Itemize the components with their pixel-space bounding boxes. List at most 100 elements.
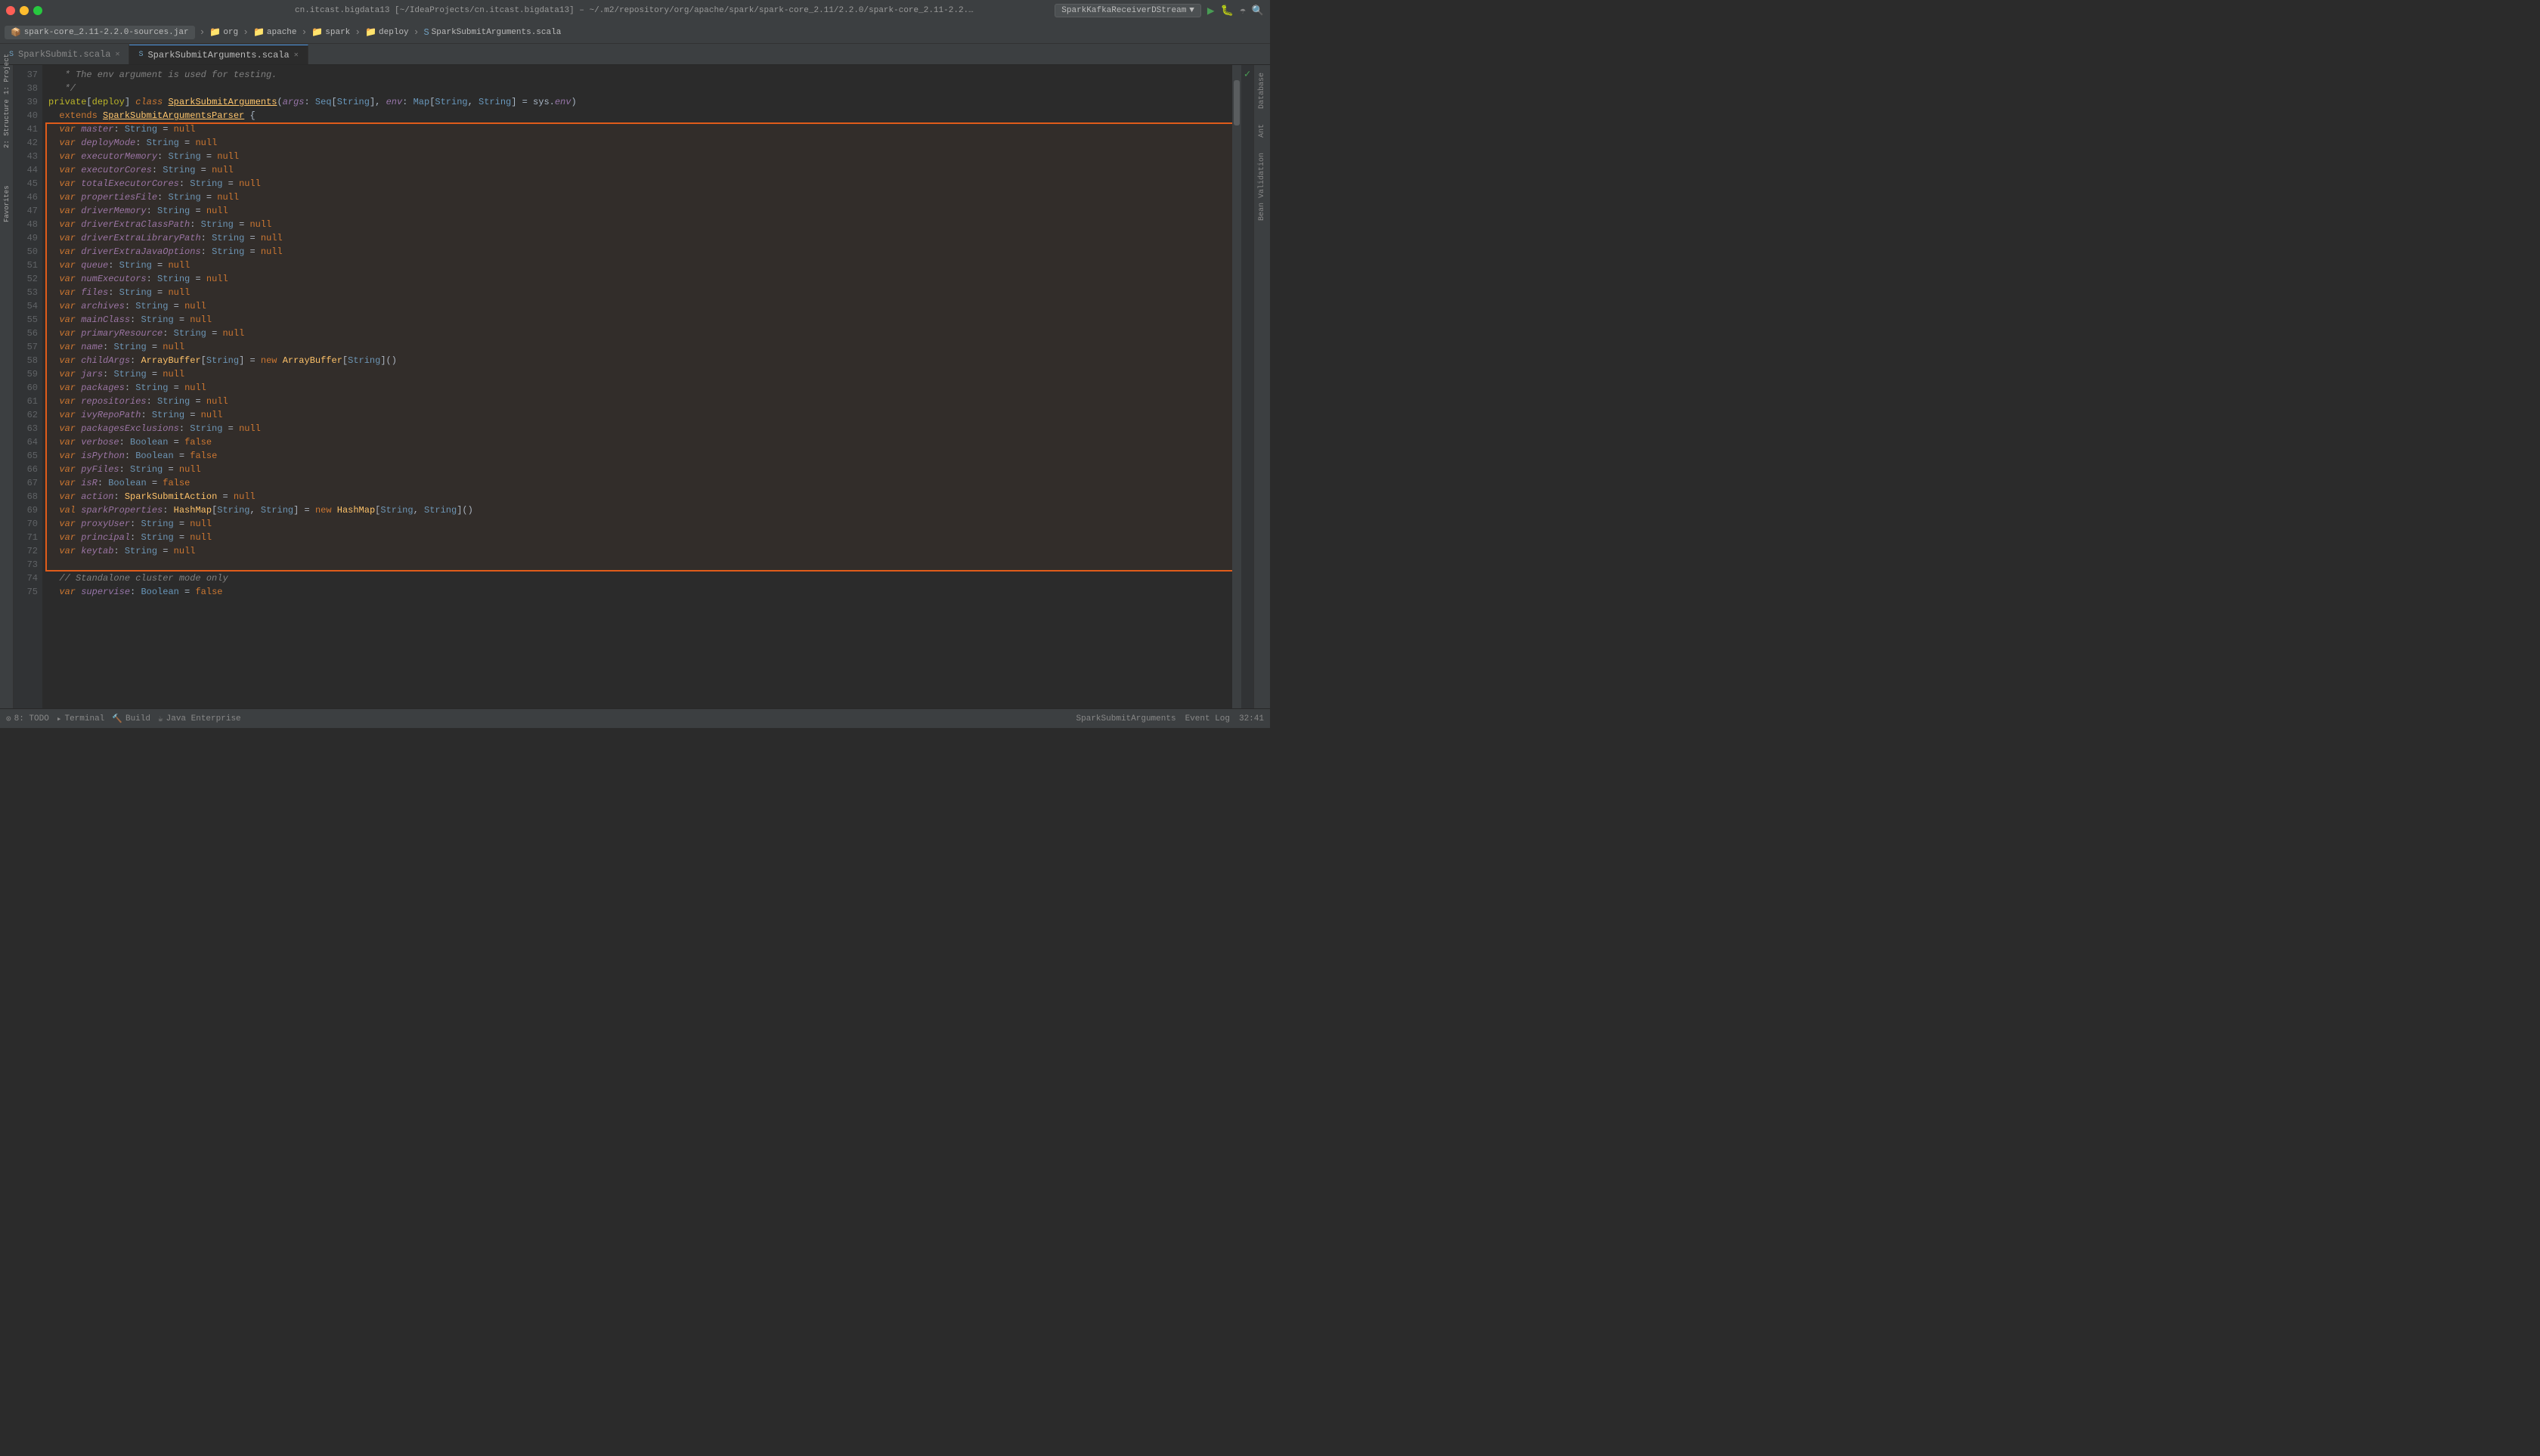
code-line-41: var master: String = null: [48, 122, 1226, 136]
jar-name: spark-core_2.11-2.2.0-sources.jar: [24, 28, 189, 37]
sidebar-item-favorites[interactable]: Favorites: [1, 198, 13, 210]
right-controls: SparkKafkaReceiverDStream ▼ ▶ 🐛 ☂ 🔍: [1055, 3, 1264, 18]
code-line-74: // Standalone cluster mode only: [48, 572, 1226, 585]
breadcrumb-apache-label: apache: [267, 28, 297, 37]
code-content[interactable]: * The env argument is used for testing. …: [42, 65, 1232, 708]
tabs-bar: S SparkSubmit.scala ✕ S SparkSubmitArgum…: [0, 44, 1270, 65]
event-log-label: Event Log: [1185, 714, 1230, 723]
code-line-55: var mainClass: String = null: [48, 313, 1226, 327]
breadcrumb-sep5: ›: [414, 26, 420, 38]
code-line-52: var numExecutors: String = null: [48, 272, 1226, 286]
terminal-icon: ▸: [57, 714, 62, 724]
run-button[interactable]: ▶: [1207, 3, 1215, 18]
breadcrumb-file[interactable]: S SparkSubmitArguments.scala: [423, 27, 561, 38]
toolbar: 📦 spark-core_2.11-2.2.0-sources.jar › 📁 …: [0, 21, 1270, 44]
breadcrumb-apache[interactable]: 📁 apache: [253, 26, 297, 38]
code-area[interactable]: 37 38 39 40 41 42 43 44 45 46 47 48 49 5…: [14, 65, 1253, 708]
sparksubmitarguments-label: SparkSubmitArguments: [1076, 714, 1176, 723]
debug-button[interactable]: 🐛: [1221, 5, 1234, 17]
right-panel-ant[interactable]: Ant: [1258, 124, 1266, 138]
folder-icon-4: 📁: [365, 26, 376, 38]
chevron-down-icon: ▼: [1189, 6, 1194, 15]
breadcrumb-file-label: SparkSubmitArguments.scala: [432, 28, 562, 37]
title-bar: cn.itcast.bigdata13 [~/IdeaProjects/cn.i…: [0, 0, 1270, 21]
code-line-42: var deployMode: String = null: [48, 136, 1226, 150]
breadcrumb-org[interactable]: 📁 org: [209, 26, 238, 38]
tab-sparksubmitarguments-label: SparkSubmitArguments.scala: [147, 50, 289, 60]
tab-sparksubmit[interactable]: S SparkSubmit.scala ✕: [0, 45, 129, 64]
status-terminal[interactable]: ▸ Terminal: [57, 714, 104, 724]
build-icon: 🔨: [112, 714, 122, 724]
coverage-button[interactable]: ☂: [1240, 5, 1246, 17]
folder-icon-2: 📁: [253, 26, 265, 38]
code-line-66: var pyFiles: String = null: [48, 463, 1226, 476]
jar-icon: 📦: [11, 27, 21, 38]
scala-file-icon: S: [423, 27, 429, 38]
tab-sparksubmitarguments[interactable]: S SparkSubmitArguments.scala ✕: [129, 45, 308, 64]
tab-sparksubmitarguments-close[interactable]: ✕: [294, 51, 299, 60]
code-line-48: var driverExtraClassPath: String = null: [48, 218, 1226, 231]
code-line-40: extends SparkSubmitArgumentsParser {: [48, 109, 1226, 122]
java-enterprise-icon: ☕: [158, 714, 163, 724]
code-line-39: private[deploy] class SparkSubmitArgumen…: [48, 95, 1226, 109]
code-line-70: var proxyUser: String = null: [48, 517, 1226, 531]
status-right: SparkSubmitArguments Event Log 32:41: [1076, 714, 1264, 723]
code-line-59: var jars: String = null: [48, 367, 1226, 381]
minimize-button[interactable]: [20, 6, 29, 15]
code-line-38: */: [48, 82, 1226, 95]
code-line-43: var executorMemory: String = null: [48, 150, 1226, 163]
todo-icon: ⊙: [6, 714, 11, 724]
code-line-53: var files: String = null: [48, 286, 1226, 299]
tab-sparksubmitarguments-icon: S: [138, 51, 143, 59]
code-line-72: var keytab: String = null: [48, 544, 1226, 558]
right-panel-bean-validation[interactable]: Bean Validation: [1258, 153, 1266, 221]
code-line-51: var queue: String = null: [48, 259, 1226, 272]
status-todo[interactable]: ⊙ 8: TODO: [6, 714, 49, 724]
run-config-selector[interactable]: SparkKafkaReceiverDStream ▼: [1055, 4, 1201, 17]
right-panel-database[interactable]: Database: [1258, 73, 1266, 109]
todo-label: 8: TODO: [14, 714, 49, 723]
window-controls: [6, 6, 42, 15]
maximize-button[interactable]: [33, 6, 42, 15]
search-everywhere-button[interactable]: 🔍: [1252, 5, 1264, 17]
code-line-75: var supervise: Boolean = false: [48, 585, 1226, 599]
status-java-enterprise[interactable]: ☕ Java Enterprise: [158, 714, 241, 724]
status-bar: ⊙ 8: TODO ▸ Terminal 🔨 Build ☕ Java Ente…: [0, 708, 1270, 728]
run-config-label: SparkKafkaReceiverDStream: [1061, 6, 1186, 15]
tab-sparksubmit-label: SparkSubmit.scala: [18, 49, 110, 60]
status-event-log[interactable]: Event Log: [1185, 714, 1230, 723]
close-button[interactable]: [6, 6, 15, 15]
breadcrumb-spark-label: spark: [325, 28, 350, 37]
code-line-62: var ivyRepoPath: String = null: [48, 408, 1226, 422]
code-line-69: val sparkProperties: HashMap[String, Str…: [48, 503, 1226, 517]
code-line-46: var propertiesFile: String = null: [48, 191, 1226, 204]
breadcrumb-sep4: ›: [355, 26, 361, 38]
position-label: 32:41: [1239, 714, 1264, 723]
tab-sparksubmit-close[interactable]: ✕: [115, 50, 119, 59]
scrollbar-thumb[interactable]: [1234, 80, 1240, 125]
line-numbers: 37 38 39 40 41 42 43 44 45 46 47 48 49 5…: [14, 65, 42, 708]
right-panel: Database Ant Bean Validation: [1253, 65, 1270, 708]
code-line-73: [48, 558, 1226, 572]
code-line-47: var driverMemory: String = null: [48, 204, 1226, 218]
build-label: Build: [125, 714, 150, 723]
code-line-50: var driverExtraJavaOptions: String = nul…: [48, 245, 1226, 259]
code-line-60: var packages: String = null: [48, 381, 1226, 395]
code-line-44: var executorCores: String = null: [48, 163, 1226, 177]
code-line-49: var driverExtraLibraryPath: String = nul…: [48, 231, 1226, 245]
folder-icon-3: 📁: [311, 26, 323, 38]
main-layout: 1: Project 2: Structure Favorites 37 38 …: [0, 65, 1270, 708]
breadcrumb-deploy[interactable]: 📁 deploy: [365, 26, 409, 38]
breadcrumb-sep3: ›: [302, 26, 308, 38]
code-line-58: var childArgs: ArrayBuffer[String] = new…: [48, 354, 1226, 367]
no-errors-indicator: ✓: [1244, 68, 1250, 81]
sidebar-item-structure[interactable]: 2: Structure: [1, 118, 13, 130]
sidebar-item-project[interactable]: 1: Project: [1, 68, 13, 80]
code-line-54: var archives: String = null: [48, 299, 1226, 313]
folder-icon: 📁: [209, 26, 221, 38]
breadcrumb-deploy-label: deploy: [379, 28, 409, 37]
breadcrumb-spark[interactable]: 📁 spark: [311, 26, 350, 38]
status-build[interactable]: 🔨 Build: [112, 714, 150, 724]
scrollbar[interactable]: [1232, 65, 1241, 708]
code-line-56: var primaryResource: String = null: [48, 327, 1226, 340]
